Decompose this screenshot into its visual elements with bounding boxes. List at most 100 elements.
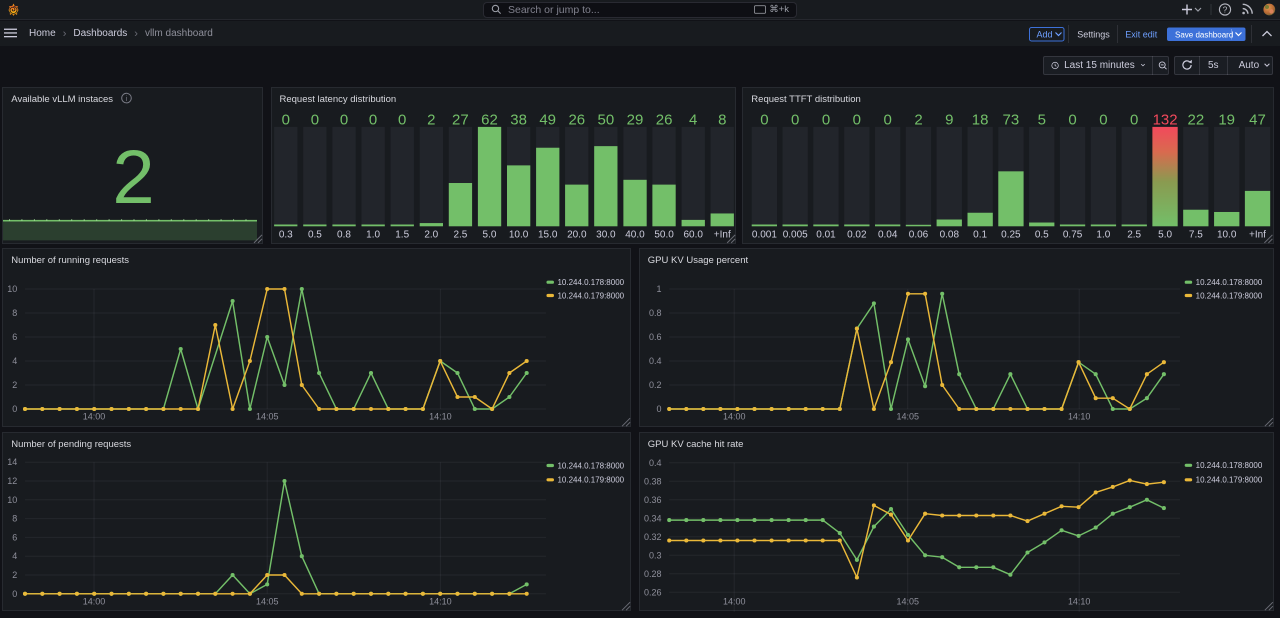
svg-text:14:10: 14:10 xyxy=(1068,596,1090,606)
svg-text:8: 8 xyxy=(13,308,18,318)
svg-text:2.0: 2.0 xyxy=(424,229,438,240)
svg-text:0.38: 0.38 xyxy=(644,476,662,486)
svg-text:10.244.0.178:8000: 10.244.0.178:8000 xyxy=(1195,461,1262,470)
svg-text:10.244.0.179:8000: 10.244.0.179:8000 xyxy=(1195,291,1262,300)
svg-text:0.4: 0.4 xyxy=(649,356,662,366)
svg-text:+Inf: +Inf xyxy=(1249,229,1266,240)
svg-text:0: 0 xyxy=(761,111,769,128)
svg-text:0: 0 xyxy=(884,111,892,128)
svg-text:47: 47 xyxy=(1249,111,1266,128)
svg-text:0.08: 0.08 xyxy=(940,229,960,240)
svg-text:14:10: 14:10 xyxy=(429,411,451,421)
svg-text:Save dashboard: Save dashboard xyxy=(1175,31,1233,40)
svg-text:0.5: 0.5 xyxy=(307,229,321,240)
svg-text:5: 5 xyxy=(1038,111,1046,128)
svg-text:Settings: Settings xyxy=(1077,30,1110,40)
svg-text:0: 0 xyxy=(791,111,799,128)
svg-text:14:10: 14:10 xyxy=(1068,411,1090,421)
svg-text:6: 6 xyxy=(13,332,18,342)
svg-text:0: 0 xyxy=(310,111,318,128)
svg-text:8: 8 xyxy=(718,111,726,128)
svg-text:40.0: 40.0 xyxy=(625,229,645,240)
svg-text:8: 8 xyxy=(13,514,18,524)
svg-text:0.1: 0.1 xyxy=(973,229,987,240)
svg-text:0.02: 0.02 xyxy=(847,229,867,240)
svg-text:10: 10 xyxy=(8,284,18,294)
svg-text:0.06: 0.06 xyxy=(909,229,929,240)
svg-text:0.2: 0.2 xyxy=(649,380,662,390)
svg-text:14:00: 14:00 xyxy=(723,411,745,421)
svg-text:2: 2 xyxy=(427,111,435,128)
svg-text:0.5: 0.5 xyxy=(1035,229,1049,240)
svg-text:29: 29 xyxy=(626,111,643,128)
svg-text:14:05: 14:05 xyxy=(256,596,278,606)
svg-text:10.244.0.178:8000: 10.244.0.178:8000 xyxy=(1195,278,1262,287)
svg-text:2.5: 2.5 xyxy=(1128,229,1142,240)
svg-text:0: 0 xyxy=(13,404,18,414)
svg-text:14:00: 14:00 xyxy=(83,596,105,606)
svg-text:?: ? xyxy=(1223,5,1228,15)
svg-text:62: 62 xyxy=(481,111,498,128)
svg-text:0: 0 xyxy=(13,589,18,599)
svg-text:38: 38 xyxy=(510,111,527,128)
svg-text:14: 14 xyxy=(8,457,18,467)
svg-text:0: 0 xyxy=(339,111,347,128)
svg-text:50.0: 50.0 xyxy=(654,229,674,240)
svg-text:4: 4 xyxy=(13,551,18,561)
svg-text:19: 19 xyxy=(1219,111,1236,128)
svg-text:26: 26 xyxy=(655,111,672,128)
svg-text:7.5: 7.5 xyxy=(1189,229,1203,240)
svg-text:15.0: 15.0 xyxy=(537,229,557,240)
svg-text:0: 0 xyxy=(281,111,289,128)
svg-text:+Inf: +Inf xyxy=(713,229,730,240)
svg-text:0.34: 0.34 xyxy=(644,513,662,523)
svg-text:Exit edit: Exit edit xyxy=(1125,30,1158,40)
svg-text:0.04: 0.04 xyxy=(878,229,898,240)
svg-text:0.001: 0.001 xyxy=(752,229,777,240)
svg-text:0: 0 xyxy=(368,111,376,128)
svg-text:10.0: 10.0 xyxy=(508,229,528,240)
svg-text:0.36: 0.36 xyxy=(644,495,662,505)
svg-text:10: 10 xyxy=(8,495,18,505)
svg-text:1.0: 1.0 xyxy=(366,229,380,240)
svg-text:10.0: 10.0 xyxy=(1217,229,1237,240)
svg-text:10.244.0.179:8000: 10.244.0.179:8000 xyxy=(558,291,625,300)
svg-text:0.8: 0.8 xyxy=(337,229,351,240)
svg-text:0.01: 0.01 xyxy=(817,229,837,240)
svg-text:0.25: 0.25 xyxy=(1001,229,1021,240)
svg-text:0: 0 xyxy=(1069,111,1077,128)
svg-text:0.28: 0.28 xyxy=(644,569,662,579)
svg-text:0.3: 0.3 xyxy=(278,229,292,240)
svg-text:0.32: 0.32 xyxy=(644,532,662,542)
svg-text:i: i xyxy=(126,96,128,103)
svg-text:0.3: 0.3 xyxy=(649,550,662,560)
svg-text:9: 9 xyxy=(945,111,953,128)
svg-text:60.0: 60.0 xyxy=(683,229,703,240)
svg-text:10.244.0.178:8000: 10.244.0.178:8000 xyxy=(558,278,625,287)
svg-text:1: 1 xyxy=(656,284,661,294)
svg-text:0.4: 0.4 xyxy=(649,458,662,468)
svg-text:0.8: 0.8 xyxy=(649,308,662,318)
svg-text:1.0: 1.0 xyxy=(1097,229,1111,240)
svg-text:27: 27 xyxy=(452,111,469,128)
svg-text:49: 49 xyxy=(539,111,556,128)
svg-text:14:05: 14:05 xyxy=(896,596,918,606)
svg-text:10.244.0.179:8000: 10.244.0.179:8000 xyxy=(558,476,625,485)
svg-text:2: 2 xyxy=(13,570,18,580)
svg-text:0: 0 xyxy=(853,111,861,128)
svg-text:2: 2 xyxy=(113,135,155,220)
svg-text:10.244.0.178:8000: 10.244.0.178:8000 xyxy=(558,461,625,470)
svg-text:0.6: 0.6 xyxy=(649,332,662,342)
svg-text:20.0: 20.0 xyxy=(567,229,587,240)
svg-text:4: 4 xyxy=(689,111,697,128)
svg-text:0: 0 xyxy=(398,111,406,128)
svg-text:2: 2 xyxy=(13,380,18,390)
svg-text:18: 18 xyxy=(972,111,989,128)
svg-text:0.75: 0.75 xyxy=(1063,229,1083,240)
svg-text:0.005: 0.005 xyxy=(783,229,808,240)
svg-text:2: 2 xyxy=(915,111,923,128)
svg-text:12: 12 xyxy=(8,476,18,486)
svg-text:0: 0 xyxy=(822,111,830,128)
svg-text:0: 0 xyxy=(1100,111,1108,128)
svg-text:1.5: 1.5 xyxy=(395,229,409,240)
